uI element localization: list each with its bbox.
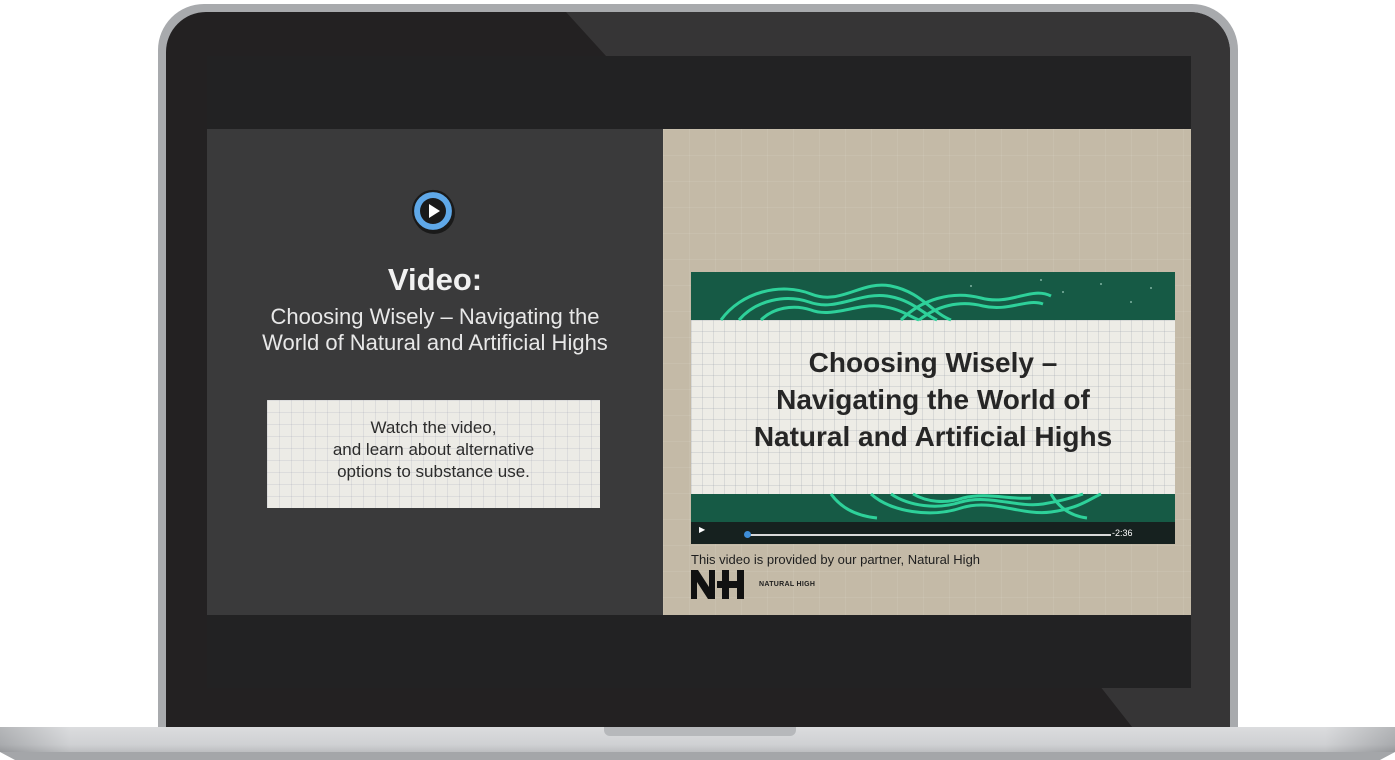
letterbox-bottom — [207, 615, 1191, 688]
slide-right-panel: Choosing Wisely – Navigating the World o… — [663, 129, 1191, 615]
video-subtitle-line: World of Natural and Artificial Highs — [262, 330, 608, 355]
video-subtitle-line: Choosing Wisely – Navigating the — [270, 304, 600, 329]
play-circle-icon[interactable] — [409, 188, 457, 236]
video-subtitle: Choosing Wisely – Navigating the World o… — [207, 304, 663, 356]
video-title-line: Choosing Wisely – — [808, 347, 1058, 378]
video-heading: Video: — [387, 262, 483, 297]
video-title-line: Navigating the World of — [776, 384, 1090, 415]
video-title-line: Natural and Artificial Highs — [753, 421, 1113, 452]
natural-high-wordmark: NATURAL HIGH — [759, 581, 816, 588]
time-remaining: -2:36 — [1112, 528, 1133, 538]
video-player[interactable]: Choosing Wisely – Navigating the World o… — [691, 272, 1175, 544]
screen: Video: Choosing Wisely – Navigating the … — [207, 56, 1191, 688]
laptop-notch — [604, 727, 796, 736]
progress-bar[interactable] — [746, 534, 1111, 536]
partner-credit: This video is provided by our partner, N… — [691, 552, 981, 567]
letterbox-top — [207, 56, 1191, 129]
video-controls-bar: ▶ -2:36 — [691, 522, 1175, 544]
instruction-line: options to substance use. — [337, 462, 530, 481]
natural-high-logo — [691, 570, 744, 599]
instruction-line: and learn about alternative — [332, 440, 535, 459]
instruction-card: Watch the video, and learn about alterna… — [267, 400, 600, 508]
progress-scrubber[interactable] — [744, 531, 751, 538]
play-button-icon[interactable]: ▶ — [699, 525, 705, 534]
video-title: Choosing Wisely – Navigating the World o… — [691, 344, 1175, 455]
instruction-line: Watch the video, — [370, 418, 497, 437]
slide-left-panel: Video: Choosing Wisely – Navigating the … — [207, 129, 663, 615]
